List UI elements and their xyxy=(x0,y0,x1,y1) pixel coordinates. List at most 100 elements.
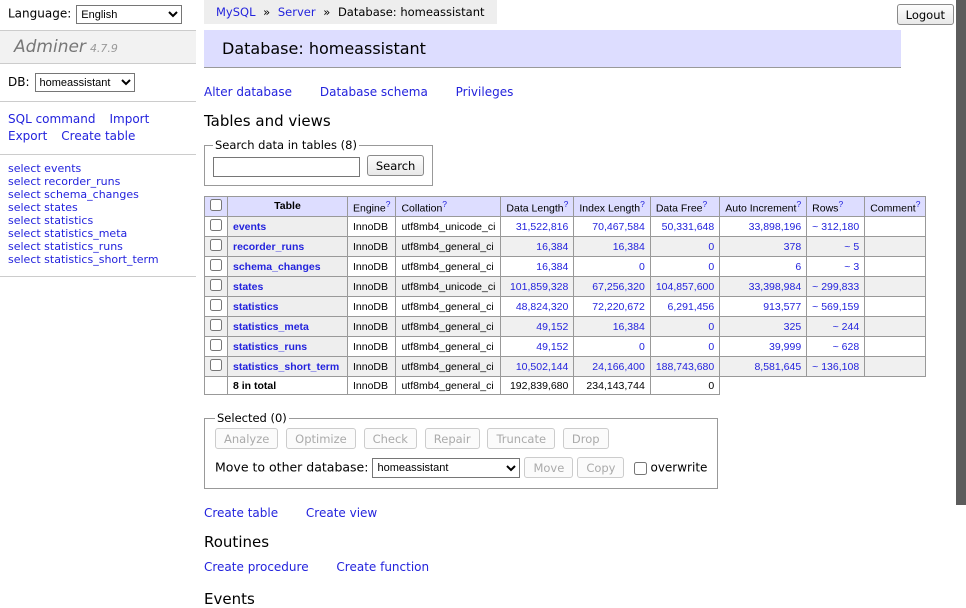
table-name-link[interactable]: states xyxy=(233,281,263,293)
index-length-link[interactable]: 67,256,320 xyxy=(592,281,645,293)
sidebar-item-select-recorder-runs[interactable]: select recorder_runs xyxy=(8,175,188,188)
help-icon[interactable]: ? xyxy=(640,199,645,209)
data-length-link[interactable]: 31,522,816 xyxy=(516,221,569,233)
index-length-link[interactable]: 72,220,672 xyxy=(592,301,645,313)
sidebar-item-select-schema-changes[interactable]: select schema_changes xyxy=(8,188,188,201)
data-free-link[interactable]: 0 xyxy=(708,321,714,333)
sidebar-item-select-statistics-runs[interactable]: select statistics_runs xyxy=(8,240,188,253)
data-free-link[interactable]: 0 xyxy=(708,241,714,253)
rows-count-link[interactable]: ~ 569,159 xyxy=(812,301,859,313)
create-view-link[interactable]: Create view xyxy=(306,506,377,520)
breadcrumb-mysql-link[interactable]: MySQL xyxy=(216,5,256,19)
help-icon[interactable]: ? xyxy=(386,199,391,209)
sidebar-link-create-table[interactable]: Create table xyxy=(61,129,135,143)
data-length-link[interactable]: 49,152 xyxy=(536,341,568,353)
rows-count-link[interactable]: ~ 136,108 xyxy=(812,361,859,373)
adminer-logo-link[interactable]: Adminer xyxy=(14,37,86,57)
rows-count-link[interactable]: ~ 628 xyxy=(833,341,860,353)
db-select[interactable]: homeassistant xyxy=(35,73,135,92)
table-name-link[interactable]: statistics_runs xyxy=(233,341,307,353)
create-table-link[interactable]: Create table xyxy=(204,506,278,520)
drop-button[interactable]: Drop xyxy=(563,428,609,449)
sidebar-item-select-events[interactable]: select events xyxy=(8,162,188,175)
data-length-link[interactable]: 10,502,144 xyxy=(516,361,569,373)
create-procedure-link[interactable]: Create procedure xyxy=(204,560,309,574)
check-button[interactable]: Check xyxy=(364,428,417,449)
scrollbar-thumb[interactable] xyxy=(956,0,966,505)
sidebar-item-select-statistics-meta[interactable]: select statistics_meta xyxy=(8,227,188,240)
table-name-link[interactable]: recorder_runs xyxy=(233,241,304,253)
logout-button[interactable]: Logout xyxy=(897,4,954,25)
select-all-checkbox[interactable] xyxy=(210,199,222,211)
data-length-link[interactable]: 49,152 xyxy=(536,321,568,333)
data-length-link[interactable]: 48,824,320 xyxy=(516,301,569,313)
table-name-link[interactable]: statistics_short_term xyxy=(233,361,339,373)
data-free-link[interactable]: 6,291,456 xyxy=(668,301,715,313)
index-length-link[interactable]: 0 xyxy=(639,261,645,273)
privileges-link[interactable]: Privileges xyxy=(456,85,514,99)
table-name-link[interactable]: schema_changes xyxy=(233,261,321,273)
breadcrumb-server-link[interactable]: Server xyxy=(278,5,316,19)
help-icon[interactable]: ? xyxy=(916,199,921,209)
table-name-link[interactable]: statistics_meta xyxy=(233,321,309,333)
help-icon[interactable]: ? xyxy=(564,199,569,209)
create-function-link[interactable]: Create function xyxy=(336,560,429,574)
auto-increment-link[interactable]: 325 xyxy=(784,321,802,333)
data-free-link[interactable]: 104,857,600 xyxy=(656,281,714,293)
help-icon[interactable]: ? xyxy=(703,199,708,209)
row-checkbox[interactable] xyxy=(210,299,222,311)
index-length-link[interactable]: 24,166,400 xyxy=(592,361,645,373)
index-length-link[interactable]: 0 xyxy=(639,341,645,353)
auto-increment-link[interactable]: 33,398,984 xyxy=(749,281,802,293)
move-database-select[interactable]: homeassistant xyxy=(372,458,520,478)
sidebar-item-select-statistics-short-term[interactable]: select statistics_short_term xyxy=(8,253,188,266)
help-icon[interactable]: ? xyxy=(796,199,801,209)
rows-count-link[interactable]: ~ 244 xyxy=(833,321,860,333)
index-length-link[interactable]: 70,467,584 xyxy=(592,221,645,233)
rows-count-link[interactable]: ~ 312,180 xyxy=(812,221,859,233)
sidebar-link-import[interactable]: Import xyxy=(109,112,149,126)
rows-count-link[interactable]: ~ 299,833 xyxy=(812,281,859,293)
copy-button[interactable]: Copy xyxy=(577,457,624,478)
analyze-button[interactable]: Analyze xyxy=(215,428,278,449)
sidebar-link-sql-command[interactable]: SQL command xyxy=(8,112,95,126)
data-length-link[interactable]: 16,384 xyxy=(536,261,568,273)
sidebar-link-export[interactable]: Export xyxy=(8,129,47,143)
search-button[interactable]: Search xyxy=(367,155,425,176)
truncate-button[interactable]: Truncate xyxy=(487,428,555,449)
auto-increment-link[interactable]: 378 xyxy=(784,241,802,253)
auto-increment-link[interactable]: 33,898,196 xyxy=(749,221,802,233)
table-name-link[interactable]: statistics xyxy=(233,301,279,313)
row-checkbox[interactable] xyxy=(210,219,222,231)
optimize-button[interactable]: Optimize xyxy=(286,428,356,449)
database-schema-link[interactable]: Database schema xyxy=(320,85,428,99)
help-icon[interactable]: ? xyxy=(442,199,447,209)
data-length-link[interactable]: 101,859,328 xyxy=(510,281,568,293)
repair-button[interactable]: Repair xyxy=(425,428,480,449)
row-checkbox[interactable] xyxy=(210,359,222,371)
data-free-link[interactable]: 188,743,680 xyxy=(656,361,714,373)
auto-increment-link[interactable]: 6 xyxy=(795,261,801,273)
rows-count-link[interactable]: ~ 5 xyxy=(844,241,859,253)
index-length-link[interactable]: 16,384 xyxy=(613,321,645,333)
auto-increment-link[interactable]: 8,581,645 xyxy=(754,361,801,373)
rows-count-link[interactable]: ~ 3 xyxy=(844,261,859,273)
data-free-link[interactable]: 0 xyxy=(708,261,714,273)
row-checkbox[interactable] xyxy=(210,259,222,271)
help-icon[interactable]: ? xyxy=(838,199,843,209)
auto-increment-link[interactable]: 913,577 xyxy=(763,301,801,313)
scrollbar[interactable] xyxy=(956,0,966,543)
overwrite-checkbox[interactable] xyxy=(634,462,647,475)
auto-increment-link[interactable]: 39,999 xyxy=(769,341,801,353)
sidebar-item-select-statistics[interactable]: select statistics xyxy=(8,214,188,227)
sidebar-item-select-states[interactable]: select states xyxy=(8,201,188,214)
table-name-link[interactable]: events xyxy=(233,221,266,233)
overwrite-label[interactable]: overwrite xyxy=(650,461,707,475)
data-free-link[interactable]: 50,331,648 xyxy=(662,221,715,233)
search-input[interactable] xyxy=(213,157,360,177)
index-length-link[interactable]: 16,384 xyxy=(613,241,645,253)
data-length-link[interactable]: 16,384 xyxy=(536,241,568,253)
row-checkbox[interactable] xyxy=(210,339,222,351)
row-checkbox[interactable] xyxy=(210,319,222,331)
move-button[interactable]: Move xyxy=(524,457,573,478)
